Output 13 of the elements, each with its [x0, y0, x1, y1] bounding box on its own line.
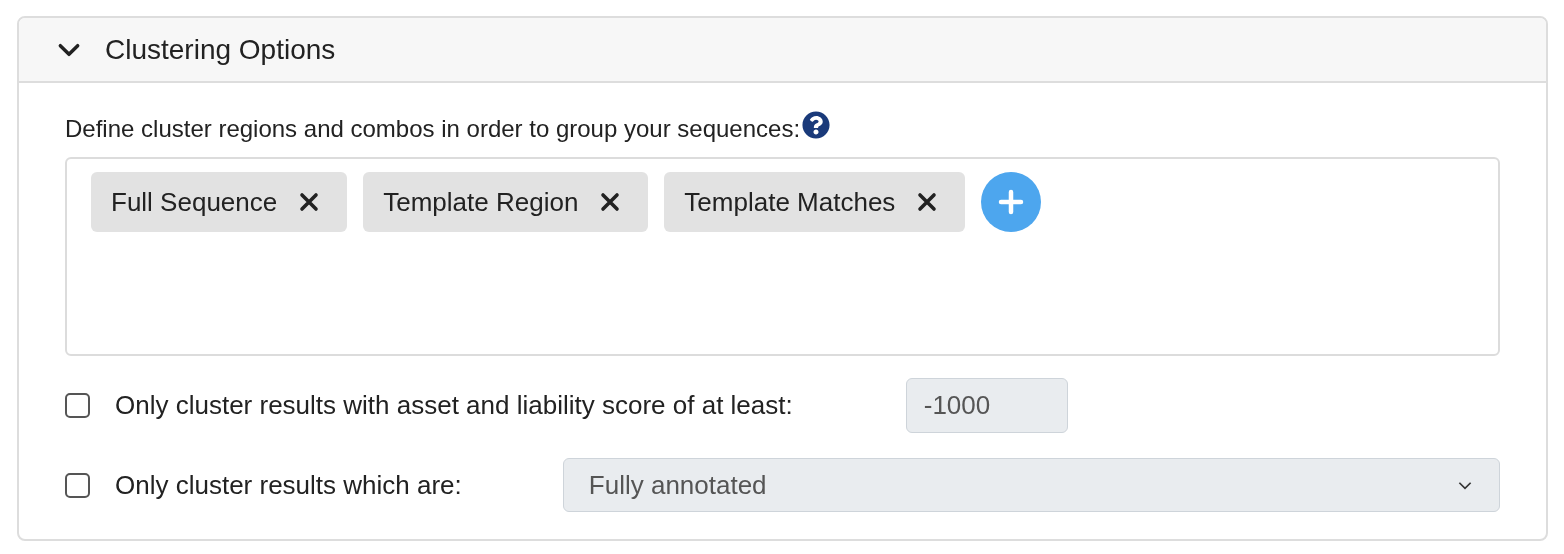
regions-label: Define cluster regions and combos in order to group your sequences:: [65, 114, 801, 144]
panel-title: Clustering Options: [105, 32, 336, 67]
close-icon[interactable]: [299, 192, 320, 212]
close-icon[interactable]: [600, 192, 621, 212]
filter-label: Only cluster results which are:: [115, 468, 462, 502]
panel-header[interactable]: Clustering Options: [19, 18, 1546, 83]
tag-label: Template Region: [383, 185, 579, 219]
help-icon[interactable]: [802, 111, 831, 139]
close-icon[interactable]: [917, 192, 938, 212]
plus-icon: [997, 188, 1026, 216]
tag-label: Full Sequence: [111, 185, 278, 219]
tag-label: Template Matches: [684, 185, 896, 219]
filter-label: Only cluster results with asset and liability score of at least:: [115, 389, 793, 422]
